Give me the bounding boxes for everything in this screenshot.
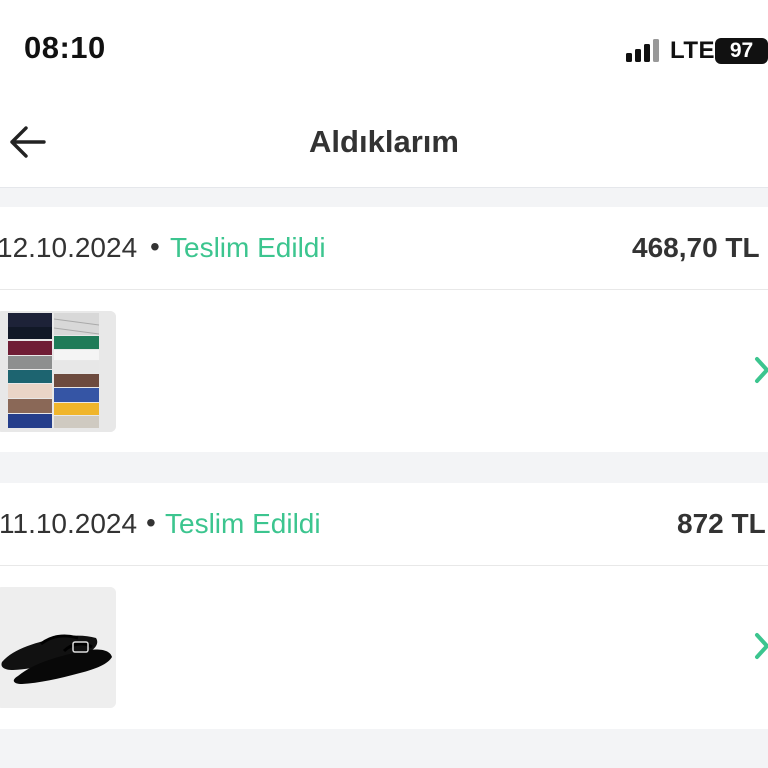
status-time: 08:10 xyxy=(24,30,106,65)
folded-fabric-colors-icon xyxy=(0,311,116,432)
battery-level: 97 xyxy=(715,38,768,64)
chevron-right-icon[interactable] xyxy=(752,631,768,661)
chevron-right-icon[interactable] xyxy=(752,355,768,385)
product-row[interactable] xyxy=(0,290,768,452)
order-status: Teslim Edildi xyxy=(170,232,326,263)
product-thumbnail[interactable] xyxy=(0,311,116,432)
product-thumbnail[interactable] xyxy=(0,587,116,708)
order-date: 11.10.2024 xyxy=(0,508,138,539)
order-status: Teslim Edildi xyxy=(165,508,321,539)
status-bar: 08:10 LTE 97 xyxy=(0,0,768,100)
order-summary: 12.10.2024 • Teslim Edildi 468,70 TL xyxy=(0,207,768,290)
separator: • xyxy=(146,507,156,538)
black-flat-shoes-icon xyxy=(0,587,116,708)
order-total: 468,70 TL xyxy=(632,232,760,263)
order-card[interactable]: 11.10.2024 • Teslim Edildi 872 TL xyxy=(0,483,768,729)
order-total: 872 TL xyxy=(677,508,766,539)
network-type: LTE xyxy=(670,37,716,64)
page-header: Aldıklarım xyxy=(0,100,768,188)
order-date: 12.10.2024 xyxy=(0,232,138,263)
product-row[interactable] xyxy=(0,566,768,728)
separator: • xyxy=(150,231,160,262)
signal-icon xyxy=(626,38,662,62)
page-title: Aldıklarım xyxy=(309,124,459,159)
order-summary: 11.10.2024 • Teslim Edildi 872 TL xyxy=(0,483,768,566)
order-card[interactable]: 12.10.2024 • Teslim Edildi 468,70 TL xyxy=(0,207,768,452)
